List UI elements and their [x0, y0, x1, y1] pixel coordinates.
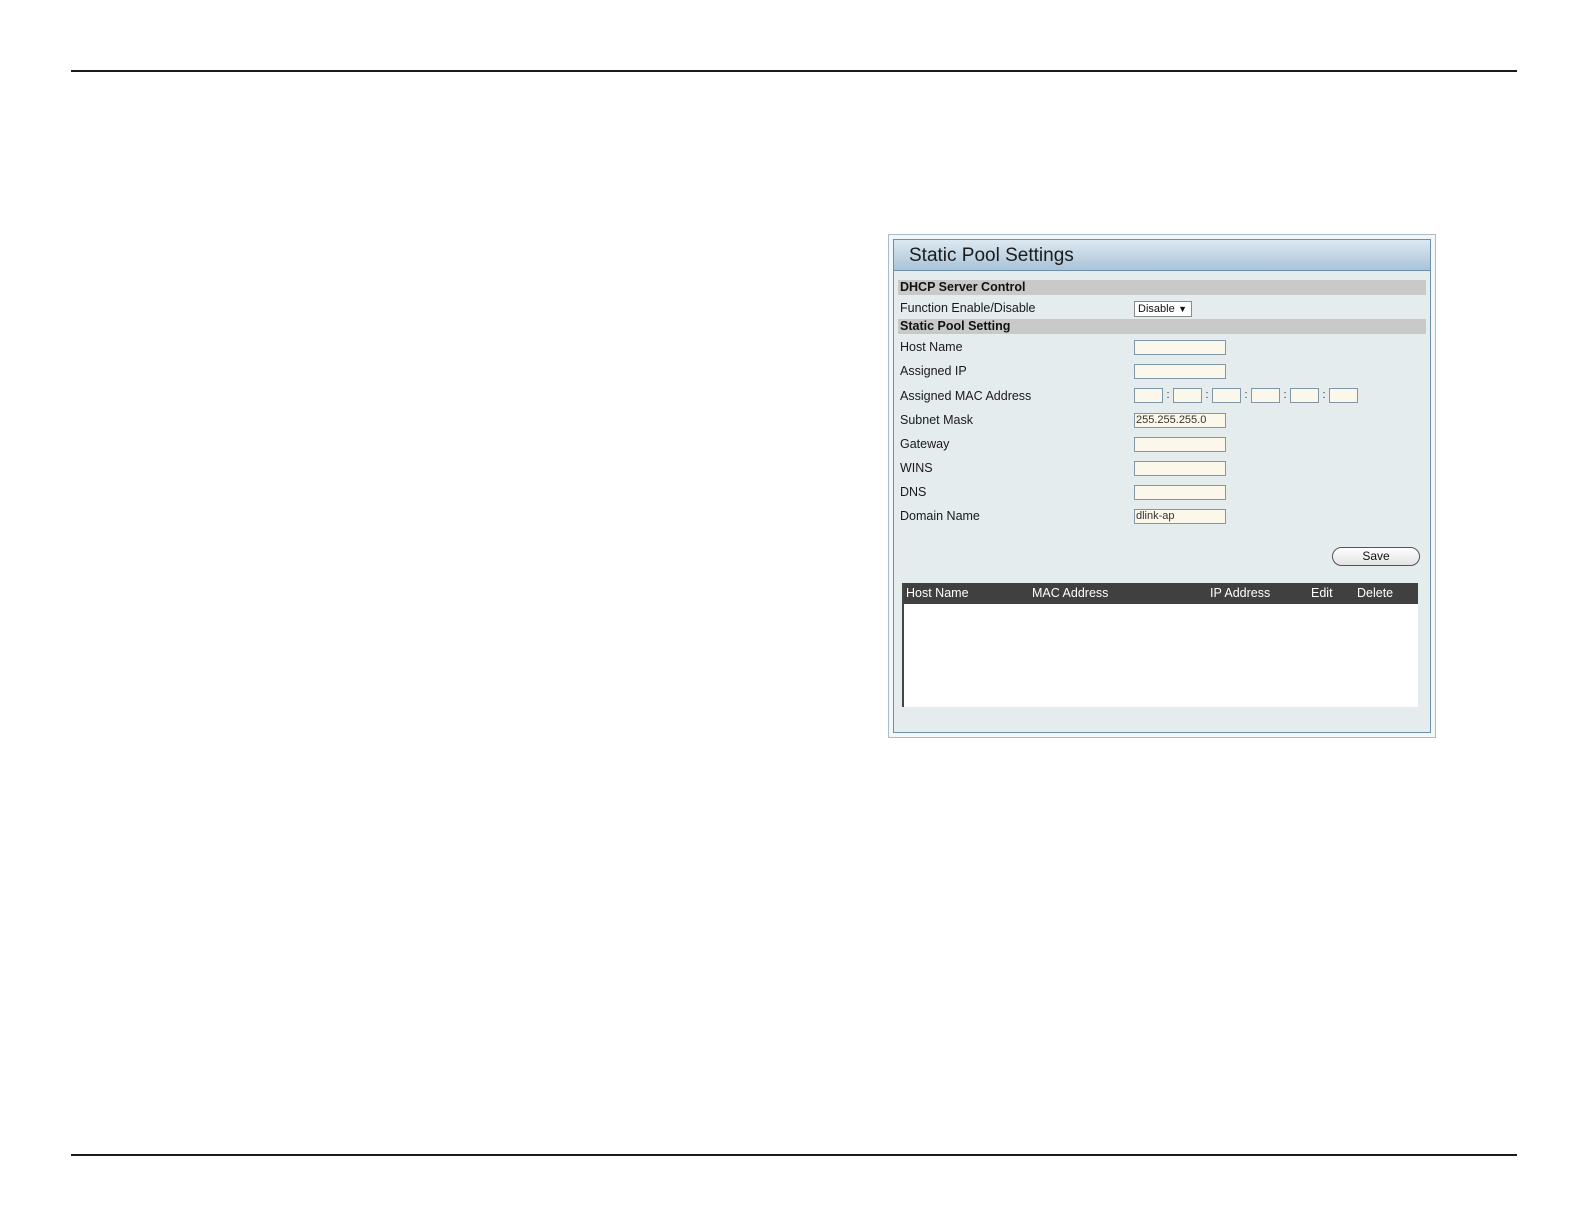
mac-separator: :	[1283, 389, 1287, 401]
column-host-name: Host Name	[906, 586, 969, 600]
table-header: Host Name MAC Address IP Address Edit De…	[904, 583, 1418, 604]
gateway-input[interactable]	[1134, 437, 1226, 452]
column-ip-address: IP Address	[1210, 586, 1271, 600]
gateway-label: Gateway	[900, 437, 950, 451]
assigned-mac-label: Assigned MAC Address	[900, 389, 1032, 403]
assigned-ip-input[interactable]	[1134, 364, 1226, 379]
section-static-pool-setting: Static Pool Setting	[898, 319, 1426, 334]
domain-name-input[interactable]: dlink-ap	[1134, 509, 1226, 524]
function-enable-select[interactable]: Disable ▼	[1134, 301, 1192, 317]
mac-octet-5-input[interactable]	[1290, 388, 1319, 403]
assigned-ip-label: Assigned IP	[900, 364, 967, 378]
mac-octet-1-input[interactable]	[1134, 388, 1163, 403]
static-pool-table: Host Name MAC Address IP Address Edit De…	[902, 583, 1418, 707]
subnet-mask-input[interactable]: 255.255.255.0	[1134, 413, 1226, 428]
save-button[interactable]: Save	[1332, 547, 1420, 566]
dns-label: DNS	[900, 485, 927, 499]
static-pool-settings-panel: Static Pool Settings DHCP Server Control…	[888, 234, 1436, 738]
mac-separator: :	[1205, 389, 1209, 401]
panel-body: Static Pool Settings DHCP Server Control…	[893, 239, 1431, 733]
column-mac-address: MAC Address	[1032, 586, 1109, 600]
chevron-down-icon: ▼	[1178, 304, 1187, 314]
function-enable-value: Disable	[1138, 303, 1175, 315]
mac-separator: :	[1322, 389, 1326, 401]
mac-separator: :	[1244, 389, 1248, 401]
host-name-input[interactable]	[1134, 340, 1226, 355]
domain-name-label: Domain Name	[900, 509, 980, 523]
function-enable-label: Function Enable/Disable	[900, 301, 1036, 315]
mac-octet-4-input[interactable]	[1251, 388, 1280, 403]
top-rule	[71, 70, 1517, 72]
subnet-mask-label: Subnet Mask	[900, 413, 973, 427]
panel-title: Static Pool Settings	[894, 240, 1430, 271]
dns-input[interactable]	[1134, 485, 1226, 500]
mac-octet-2-input[interactable]	[1173, 388, 1202, 403]
column-edit: Edit	[1311, 586, 1333, 600]
mac-separator: :	[1166, 389, 1170, 401]
section-dhcp-server-control: DHCP Server Control	[898, 280, 1426, 295]
bottom-rule	[71, 1154, 1517, 1156]
wins-input[interactable]	[1134, 461, 1226, 476]
column-delete: Delete	[1357, 586, 1394, 600]
mac-octet-6-input[interactable]	[1329, 388, 1358, 403]
wins-label: WINS	[900, 461, 933, 475]
mac-octet-3-input[interactable]	[1212, 388, 1241, 403]
host-name-label: Host Name	[900, 340, 963, 354]
